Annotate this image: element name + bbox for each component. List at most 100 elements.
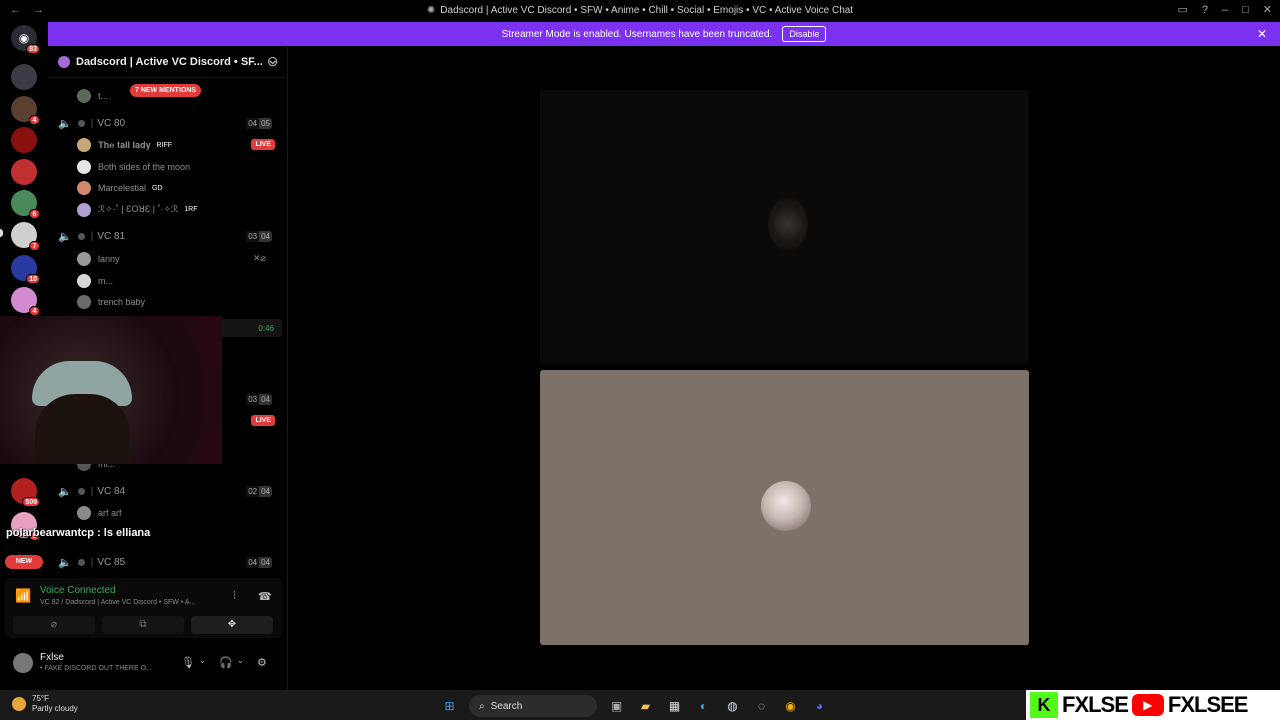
mention-badge: 509 [22,497,40,507]
voice-channel-vc84[interactable]: 🔈 | VC 84 02 04 [58,483,280,499]
activity-button[interactable]: ✥ [191,616,273,634]
status-dot-icon [77,558,85,566]
channel-user[interactable]: arf arf [77,505,277,521]
user-name: m... [98,275,113,286]
mention-badge: 4 [29,306,40,316]
youtube-logo-icon: ▶ [1131,694,1164,716]
screen-share-button[interactable]: ⧉ [102,616,184,634]
disconnect-icon[interactable]: ☎ [258,590,272,603]
server-icon-3[interactable] [11,127,37,153]
status-dot-icon [77,487,85,495]
channel-name: VC 84 [97,485,126,497]
user-name: trench baby [98,297,146,307]
user-avatar[interactable] [13,653,33,673]
streamer-branding: K FXLSE ▶ FXLSEE [1026,690,1280,720]
voice-status[interactable]: Voice Connected [40,585,116,596]
server-icon-4[interactable] [11,159,37,185]
user-name[interactable]: Fxlse [40,652,64,663]
weather-condition: Partly cloudy [32,704,78,713]
camera-off-icon: ⌀ [50,619,58,630]
chrome-icon[interactable]: ◉ [781,697,800,716]
camera-button[interactable]: ⌀ [13,616,95,634]
new-unreads-pill[interactable]: NEW [5,555,43,569]
new-mentions-pill[interactable]: 7 NEW MENTIONS [130,84,202,97]
microphone-icon[interactable]: 🎙 [181,656,195,669]
server-icon-2[interactable]: 4 [11,96,40,125]
webcam-overlay [0,316,222,464]
noise-suppression-icon[interactable]: ⫶ [233,590,236,603]
speaker-icon: 🔈 [58,230,72,243]
speaker-icon: 🔈 [58,117,72,130]
streamer-mode-banner: Streamer Mode is enabled. Usernames have… [48,22,1280,46]
voice-channel-vc80[interactable]: 🔈 | VC 80 04 05 [58,115,280,131]
app-icon[interactable]: ◌ [752,697,771,716]
kick-handle: FXLSE [1062,692,1129,717]
user-panel: Fxlse • FAKE DISCORD OUT THERE O... 🎙 ⌄ … [5,646,283,682]
channel-user[interactable]: Both sides of the moon [77,159,277,175]
avatar [77,138,91,152]
weather-sun-icon [12,697,26,711]
store-icon[interactable]: ▦ [665,697,684,716]
user-name: arf arf [98,508,122,518]
mention-badge: 10 [26,274,40,284]
banner-close-icon[interactable]: ✕ [1257,27,1267,41]
home-button[interactable]: ◉ 83 [11,25,40,54]
avatar [77,295,91,309]
server-icon-9[interactable]: 509 [11,478,40,507]
voice-channel-vc81[interactable]: 🔈 | VC 81 03 04 [58,228,280,244]
mention-badge: 4 [29,115,40,125]
steam-icon[interactable]: ◍ [723,697,742,716]
channel-user[interactable]: m... [77,273,277,289]
server-header[interactable]: Dadscord | Active VC Discord • SF... ⌄ ⚇ [48,46,288,78]
video-tile[interactable] [540,90,1029,364]
voice-channel-link[interactable]: VC 82 / Dadscord | Active VC Discord • S… [40,599,225,606]
weather-widget[interactable]: 75°F Partly cloudy [12,694,78,714]
window-controls: ▭ ? – □ ✕ [1177,3,1272,17]
minimize-icon[interactable]: – [1222,4,1228,16]
search-box[interactable]: ⌕ Search [469,695,597,717]
user-name: ℛ✧·˚ | ƐOꓤƐ | ˚·✧ℛ [98,204,179,214]
taskbar: 75°F Partly cloudy ⊞ ⌕ Search ▣ ▰ ▦ ◐ ◍ ◌ … [0,690,1280,720]
close-window-icon[interactable]: ✕ [1263,3,1272,16]
status-dot-icon [77,232,85,240]
user-name: Marcelestial [98,183,147,193]
server-icon-7[interactable]: 10 [11,255,40,284]
channel-user[interactable]: Marcelestial GD [77,180,277,196]
user-name: lanny [98,254,120,264]
video-tile[interactable] [540,370,1029,645]
speaker-icon: 🔈 [58,556,72,569]
banner-text: Streamer Mode is enabled. Usernames have… [501,28,773,40]
inbox-icon[interactable]: ▭ [1177,3,1187,16]
windows-start-icon[interactable]: ⊞ [440,697,459,716]
participant-video [768,198,808,250]
discord-taskbar-icon[interactable]: ◕ [810,697,829,716]
kick-logo-icon: K [1030,692,1058,718]
edge-icon[interactable]: ◐ [694,697,713,716]
channel-user[interactable]: trench baby [77,294,277,310]
invite-icon[interactable]: ⚇ [267,55,278,69]
server-icon-1[interactable] [11,64,37,90]
disable-button[interactable]: Disable [782,26,827,42]
user-status: • FAKE DISCORD OUT THERE O... [40,665,152,672]
live-badge: LIVE [251,139,275,150]
youtube-handle: FXLSEE [1167,692,1249,717]
file-explorer-icon[interactable]: ▰ [636,697,655,716]
channel-user[interactable]: 𝐓𝐡𝐞 𝐭𝐚𝐥𝐥 𝐥𝐚𝐝𝐲 RIFF [77,137,277,153]
channel-user[interactable]: ℛ✧·˚ | ƐOꓤƐ | ˚·✧ℛ 1RF [77,202,277,218]
maximize-icon[interactable]: □ [1242,4,1249,16]
help-icon[interactable]: ? [1202,4,1208,16]
task-view-icon[interactable]: ▣ [607,697,626,716]
server-icon-5[interactable]: 6 [11,190,40,219]
channel-user[interactable]: lanny [77,251,277,267]
server-name: Dadscord | Active VC Discord • SF... [76,55,263,68]
chevron-down-icon[interactable]: ⌄ [237,656,244,665]
webcam-figure [35,394,130,464]
headphones-icon[interactable]: 🎧 [219,656,233,669]
server-icon-6[interactable]: 7 [11,222,40,251]
webcam-caption: polarbearwantcp : ls elliana [6,527,151,539]
server-icon-8[interactable]: 4 [11,287,40,316]
chevron-down-icon[interactable]: ⌄ [199,656,206,665]
settings-gear-icon[interactable]: ⚙ [257,656,267,669]
voice-channel-vc85[interactable]: 🔈 | VC 85 04 04 [58,554,280,570]
avatar [77,506,91,520]
